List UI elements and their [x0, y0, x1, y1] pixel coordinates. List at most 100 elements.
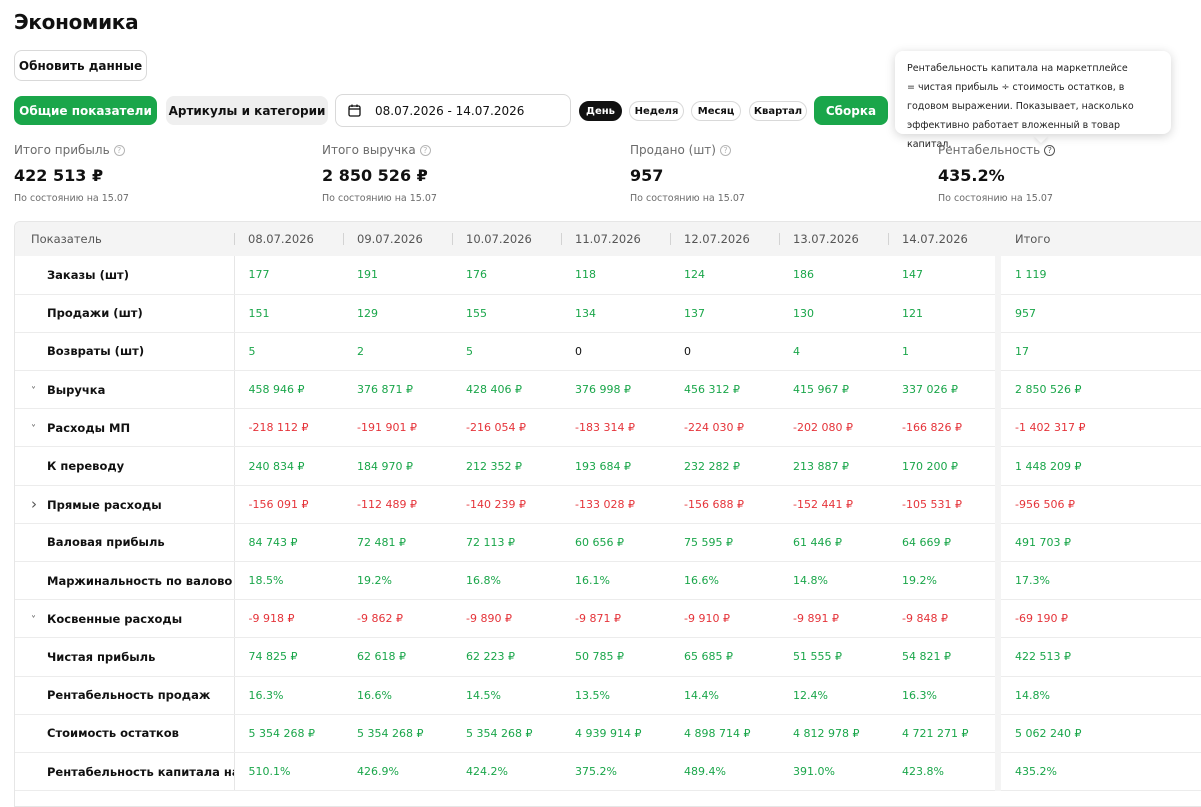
column-divider[interactable]: [343, 233, 344, 245]
chevron-down-icon[interactable]: ˅: [31, 615, 47, 626]
total-cell: -956 506 ₽: [995, 485, 1201, 524]
column-header-label: 10.07.2026: [466, 232, 532, 246]
total-cell: -1 402 317 ₽: [995, 408, 1201, 448]
help-icon[interactable]: ?: [113, 144, 125, 156]
value-cell: 151: [234, 294, 343, 333]
column-header-date[interactable]: 12.07.2026: [670, 222, 779, 256]
tab-articles-categories[interactable]: Артикулы и категории: [166, 96, 328, 125]
table-row: Продажи (шт) 151 129 155 134 137 130 121 957: [15, 294, 1201, 333]
column-header-total[interactable]: Итого: [995, 222, 1201, 256]
value-cell: 72 113 ₽: [452, 523, 561, 563]
column-divider[interactable]: [452, 233, 453, 245]
chevron-right-icon[interactable]: ›: [31, 495, 47, 513]
value-cell: 423.8%: [888, 752, 999, 792]
value-cell: 14.5%: [452, 676, 561, 715]
assemble-button[interactable]: Сборка: [814, 96, 888, 125]
value-cell: 191: [343, 256, 452, 295]
column-header-label: 09.07.2026: [357, 232, 423, 246]
row-label: К переводу: [47, 459, 125, 474]
value-cell: 5 354 268 ₽: [343, 714, 452, 753]
value-cell: 5: [234, 332, 343, 372]
value-cell: -112 489 ₽: [343, 485, 452, 524]
value-cell: 193 684 ₽: [561, 446, 670, 486]
column-divider[interactable]: [234, 233, 235, 245]
table-row[interactable]: ˅ Косвенные расходы -9 918 ₽ -9 862 ₽ -9 890…: [15, 599, 1201, 639]
value-cell: 458 946 ₽: [234, 370, 343, 410]
table-row: Чистая прибыль 74 825 ₽62 618 ₽62 223 ₽50…: [15, 637, 1201, 677]
date-range-picker[interactable]: 08.07.2026 - 14.07.2026: [335, 94, 571, 127]
row-label-cell[interactable]: ˅ Выручка: [15, 370, 235, 410]
period-week-toggle[interactable]: Неделя: [629, 101, 684, 121]
value-cell: 391.0%: [779, 752, 888, 792]
refresh-data-button[interactable]: Обновить данные: [14, 50, 147, 81]
period-quarter-toggle[interactable]: Квартал: [749, 101, 807, 121]
row-label: Рентабельность продаж: [47, 688, 211, 703]
tab-general-indicators[interactable]: Общие показатели: [14, 96, 157, 125]
column-header-date[interactable]: 09.07.2026: [343, 222, 452, 256]
value-cell: -224 030 ₽: [670, 408, 779, 448]
period-day-toggle[interactable]: День: [579, 101, 622, 121]
column-header-date[interactable]: 11.07.2026: [561, 222, 670, 256]
value-cell: -133 028 ₽: [561, 485, 670, 524]
kpi-label: Продано (шт): [630, 143, 716, 157]
total-cell: 17: [995, 332, 1201, 372]
table-row: Рентабельность продаж 16.3% 16.6% 14.5% 13.5…: [15, 676, 1201, 715]
value-cell: 5 354 268 ₽: [234, 714, 343, 753]
column-divider[interactable]: [561, 233, 562, 245]
column-header-label: 08.07.2026: [248, 232, 314, 246]
value-cell: 51 555 ₽: [779, 637, 888, 677]
column-divider[interactable]: [670, 233, 671, 245]
value-cell: 16.8%: [452, 561, 561, 601]
value-cell: 18.5%: [234, 561, 343, 601]
row-label-cell[interactable]: › Прямые расходы: [15, 485, 235, 524]
value-cell: 232 282 ₽: [670, 446, 779, 486]
column-header-label: 12.07.2026: [684, 232, 750, 246]
kpi-total-profit: Итого прибыль? 422 513 ₽ По состоянию на…: [14, 143, 304, 204]
chevron-down-icon[interactable]: ˅: [31, 424, 47, 435]
column-header-label: 14.07.2026: [902, 232, 968, 246]
column-header-label: Показатель: [31, 232, 102, 246]
table-row: Рентабельность капитала на 510.1% 426.9% 42…: [15, 752, 1201, 792]
value-cell: 16.3%: [234, 676, 343, 715]
kpi-note: По состоянию на 15.07: [630, 193, 745, 204]
total-cell: 435.2%: [995, 752, 1201, 792]
row-label: Косвенные расходы: [47, 611, 183, 626]
row-label: Расходы МП: [47, 420, 131, 435]
column-header-indicator[interactable]: Показатель: [15, 222, 234, 256]
row-label-cell[interactable]: ˅ Косвенные расходы: [15, 599, 235, 639]
column-divider[interactable]: [779, 233, 780, 245]
total-cell: -69 190 ₽: [995, 599, 1201, 639]
value-cell: -9 890 ₽: [452, 599, 561, 639]
value-cell: 75 595 ₽: [670, 523, 779, 563]
table-row[interactable]: ˅ Выручка 458 946 ₽376 871 ₽428 406 ₽376 9…: [15, 370, 1201, 410]
column-header-date[interactable]: 14.07.2026: [888, 222, 999, 256]
table-row[interactable]: › Прямые расходы -156 091 ₽ -112 489 ₽ -140 …: [15, 485, 1201, 524]
column-divider[interactable]: [888, 233, 889, 245]
table-header-row: Показатель 08.07.2026 09.07.2026 10.07.2026…: [15, 222, 1201, 256]
value-cell: 74 825 ₽: [234, 637, 343, 677]
chevron-down-icon[interactable]: ˅: [31, 386, 47, 397]
value-cell: 456 312 ₽: [670, 370, 779, 410]
row-label-cell: Продажи (шт): [15, 294, 235, 333]
value-cell: 4: [779, 332, 888, 372]
value-cell: 4 812 978 ₽: [779, 714, 888, 753]
column-header-date[interactable]: 10.07.2026: [452, 222, 561, 256]
row-label-cell[interactable]: ˅ Расходы МП: [15, 408, 235, 448]
column-header-date[interactable]: 08.07.2026: [234, 222, 343, 256]
table-body: Заказы (шт) 177 191 176 118 124 186 147 1 119 Про…: [15, 256, 1201, 792]
help-icon[interactable]: ?: [719, 144, 731, 156]
value-cell: -9 910 ₽: [670, 599, 779, 639]
value-cell: 124: [670, 256, 779, 295]
value-cell: 14.8%: [779, 561, 888, 601]
column-header-date[interactable]: 13.07.2026: [779, 222, 888, 256]
total-cell: 1 119: [995, 256, 1201, 295]
value-cell: 176: [452, 256, 561, 295]
help-icon[interactable]: ?: [419, 144, 431, 156]
total-cell: 422 513 ₽: [995, 637, 1201, 677]
table-row[interactable]: ˅ Расходы МП -218 112 ₽ -191 901 ₽ -216 054 …: [15, 408, 1201, 448]
value-cell: 13.5%: [561, 676, 670, 715]
tooltip-line: = чистая прибыль ÷ стоимость остатков, в: [907, 82, 1125, 93]
period-month-toggle[interactable]: Месяц: [691, 101, 741, 121]
value-cell: 54 821 ₽: [888, 637, 999, 677]
help-icon[interactable]: ?: [1044, 144, 1056, 156]
